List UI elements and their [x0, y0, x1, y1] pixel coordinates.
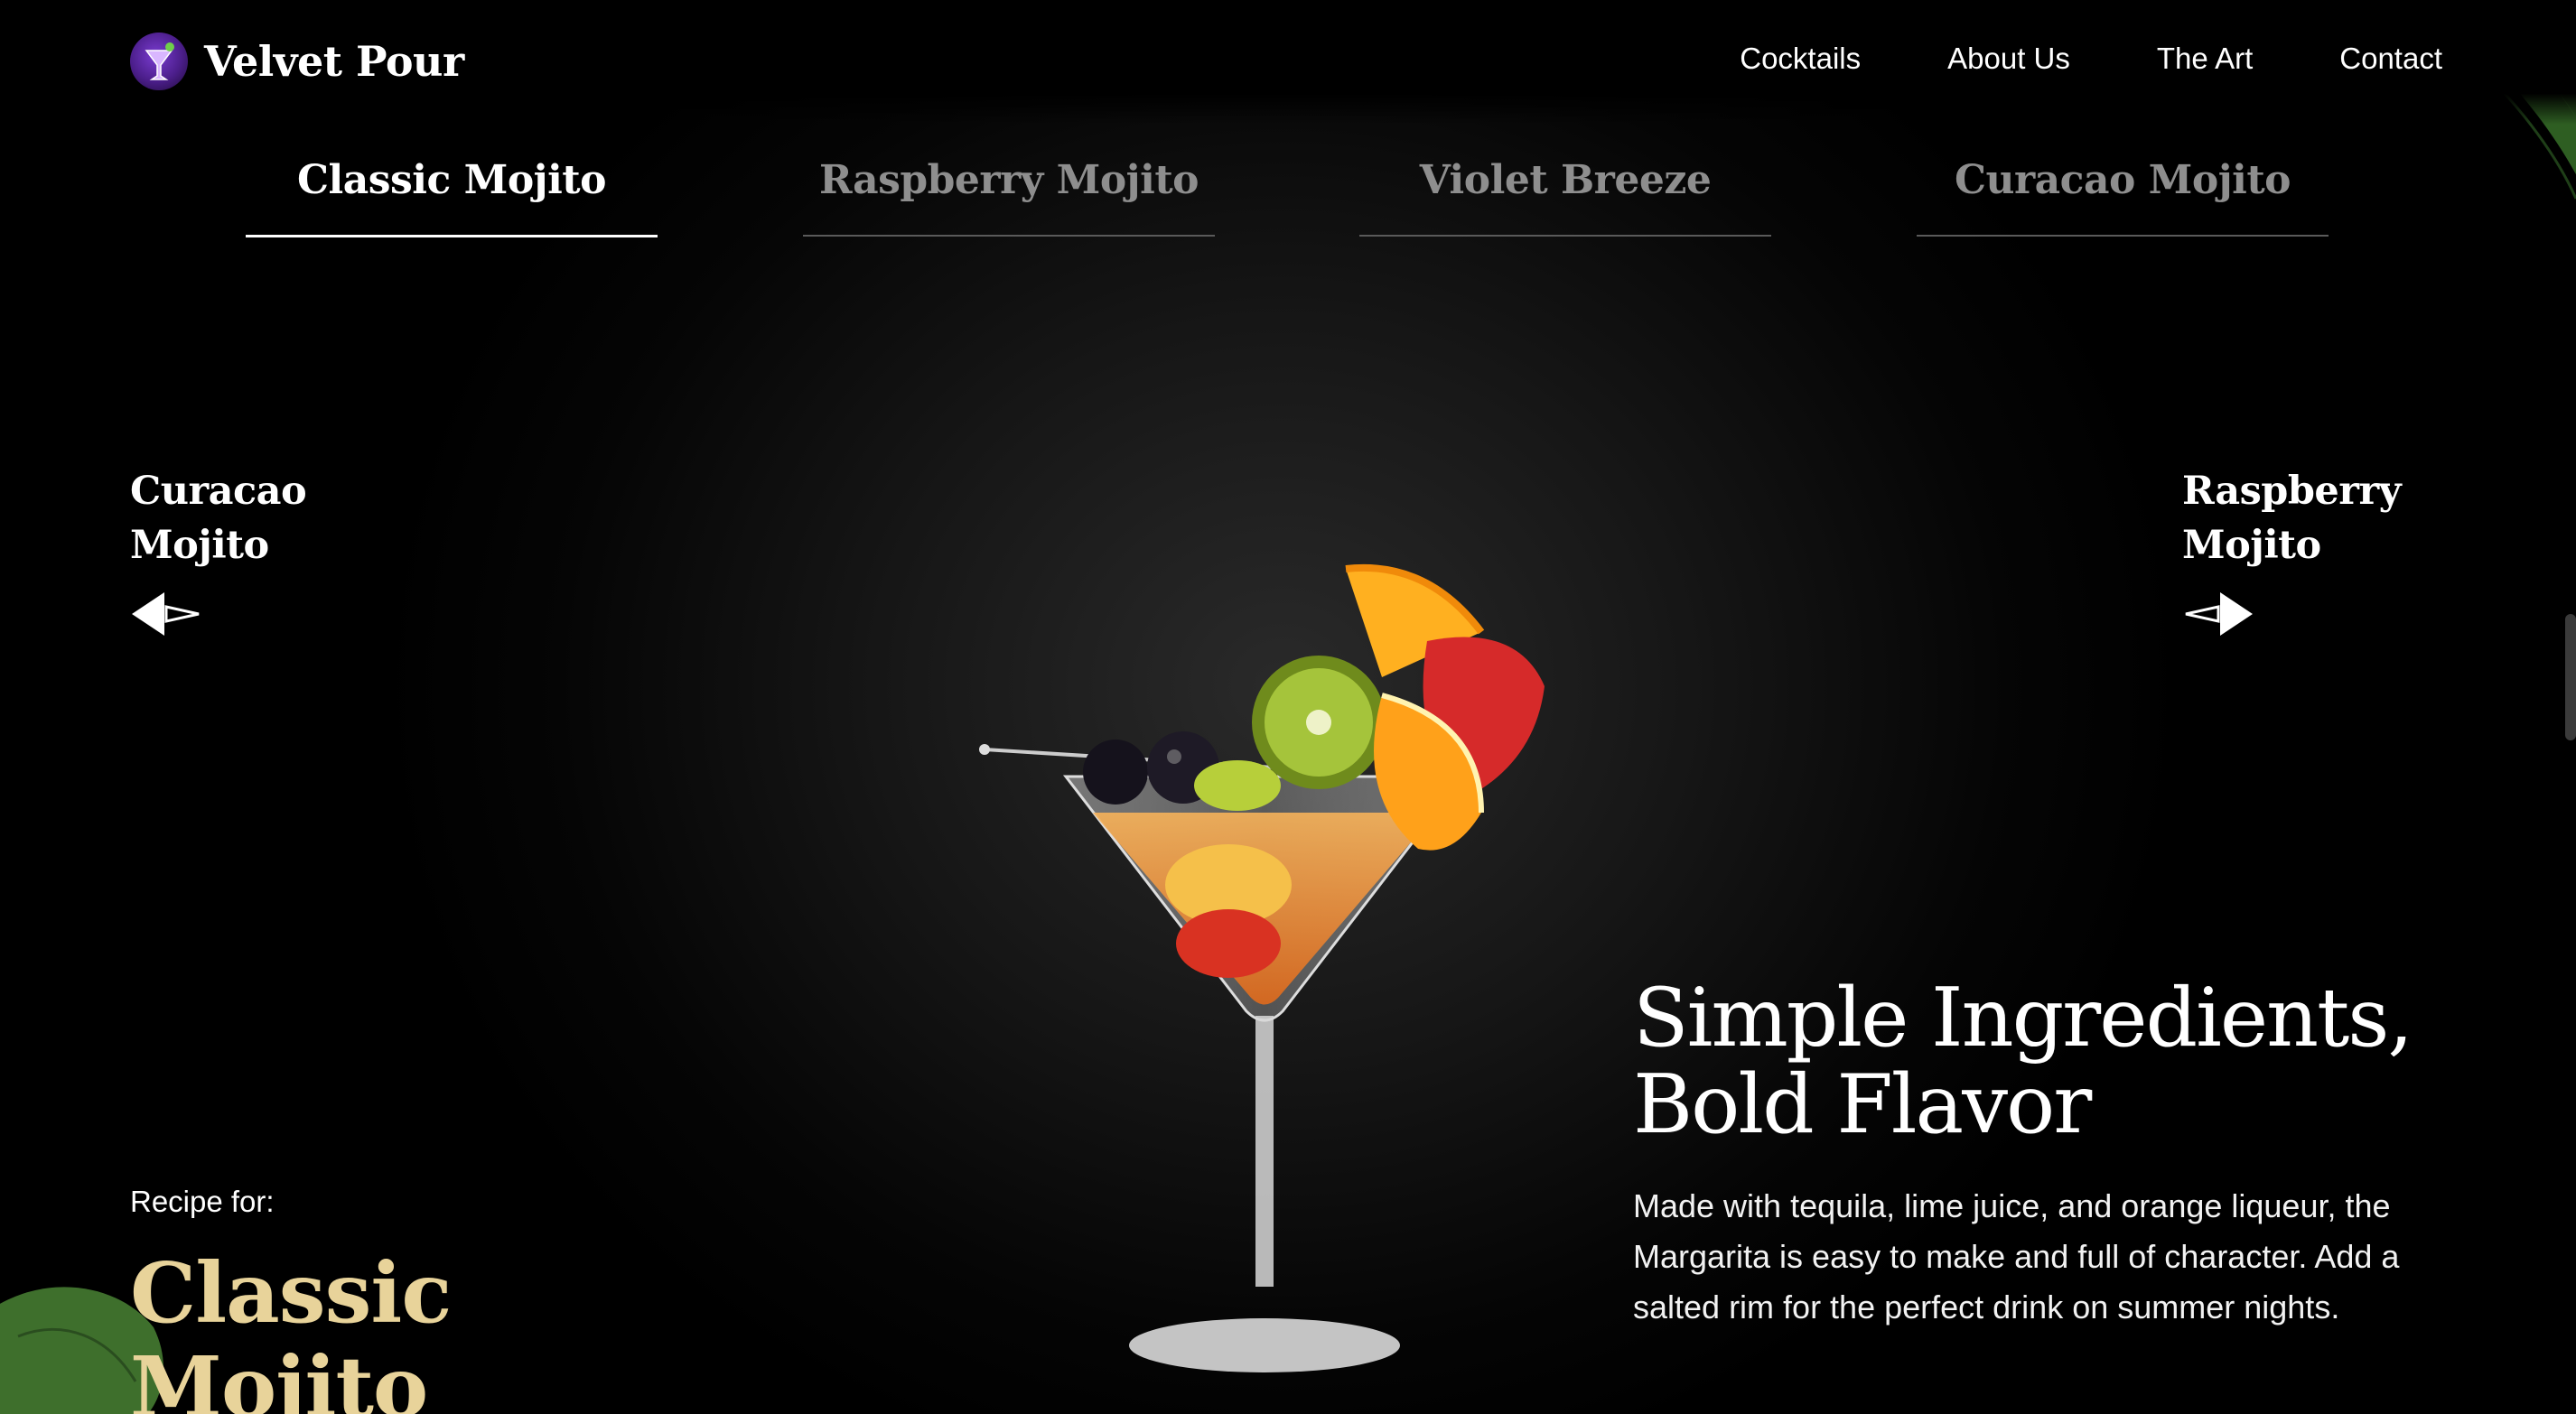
cocktail-tabs: Classic Mojito Raspberry Mojito Violet B…	[246, 144, 2329, 238]
arrow-left-icon[interactable]	[130, 589, 202, 639]
cocktail-image	[979, 563, 1545, 1372]
next-cocktail-label: Raspberry Mojito	[2182, 469, 2402, 568]
site-header: Velvet Pour Cocktails About Us The Art C…	[0, 0, 2576, 125]
nav-about-us[interactable]: About Us	[1947, 42, 2070, 76]
feature-description: Made with tequila, lime juice, and orang…	[1633, 1187, 2400, 1326]
tab-raspberry-mojito[interactable]: Raspberry Mojito	[803, 144, 1215, 237]
tab-violet-breeze[interactable]: Violet Breeze	[1359, 144, 1771, 237]
feature-section: Simple Ingredients, Bold Flavor Made wit…	[1633, 975, 2446, 1333]
arrow-right-icon[interactable]	[2182, 589, 2254, 639]
recipe-label: Recipe for:	[130, 1185, 275, 1218]
brand-name: Velvet Pour	[204, 37, 464, 86]
cocktail-glass-icon	[130, 33, 188, 90]
next-cocktail[interactable]: Raspberry Mojito	[2182, 464, 2435, 644]
page: Velvet Pour Cocktails About Us The Art C…	[0, 0, 2576, 1414]
nav-the-art[interactable]: The Art	[2157, 42, 2253, 76]
nav-cocktails[interactable]: Cocktails	[1740, 42, 1861, 76]
brand-logo[interactable]: Velvet Pour	[130, 33, 464, 90]
feature-title: Simple Ingredients, Bold Flavor	[1633, 971, 2413, 1152]
nav-contact[interactable]: Contact	[2339, 42, 2442, 76]
previous-cocktail-label: Curacao Mojito	[130, 469, 307, 568]
main-nav: Cocktails About Us The Art Contact	[1740, 42, 2442, 76]
recipe-name: Classic Mojito	[130, 1244, 452, 1414]
tab-curacao-mojito[interactable]: Curacao Mojito	[1917, 144, 2329, 237]
tab-classic-mojito[interactable]: Classic Mojito	[246, 144, 658, 237]
previous-cocktail[interactable]: Curacao Mojito	[130, 464, 383, 644]
scrollbar-thumb[interactable]	[2565, 614, 2576, 740]
recipe-section: Recipe for: Classic Mojito	[130, 1185, 582, 1414]
